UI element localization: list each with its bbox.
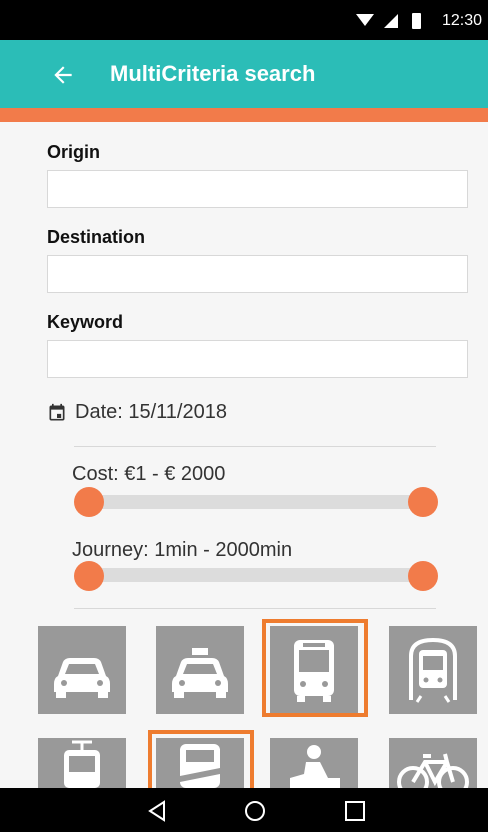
nav-recents-icon[interactable]	[344, 800, 366, 822]
cost-slider-track[interactable]	[89, 495, 423, 509]
car-mode-button[interactable]	[38, 626, 126, 714]
cost-max-thumb[interactable]	[408, 487, 438, 517]
metro-mode-button[interactable]	[389, 626, 477, 714]
calendar-icon	[49, 403, 65, 421]
navigation-bar	[0, 788, 488, 832]
bicycle-icon	[397, 753, 469, 788]
cost-label: Cost: €1 - € 2000	[72, 463, 226, 485]
destination-field[interactable]	[47, 255, 468, 293]
car-icon	[54, 658, 110, 698]
journey-slider-track[interactable]	[89, 568, 423, 582]
bicycle-mode-button[interactable]	[389, 738, 477, 788]
motorbike-icon	[290, 745, 340, 788]
tram-icon	[64, 740, 100, 788]
journey-label: Journey: 1min - 2000min	[72, 539, 293, 561]
page-title: MultiCriteria search	[110, 61, 316, 86]
journey-max-thumb[interactable]	[408, 561, 438, 591]
metro-icon	[409, 637, 457, 703]
divider	[74, 446, 436, 447]
taxi-mode-button[interactable]	[156, 626, 244, 714]
battery-icon	[412, 13, 421, 29]
tram-mode-button[interactable]	[38, 738, 126, 788]
date-text: Date: 15/11/2018	[75, 401, 227, 423]
origin-label: Origin	[47, 142, 100, 162]
motorbike-mode-button[interactable]	[270, 738, 358, 788]
train-selected-frame	[148, 730, 254, 788]
divider	[74, 608, 436, 609]
destination-label: Destination	[47, 227, 146, 247]
status-time: 12:30	[441, 12, 482, 29]
taxi-icon	[172, 648, 228, 698]
signal-icon	[384, 14, 398, 28]
nav-back-icon[interactable]	[146, 800, 168, 822]
bus-selected-frame	[262, 619, 368, 717]
origin-field[interactable]	[47, 170, 468, 208]
nav-home-icon[interactable]	[244, 800, 266, 822]
status-icons	[356, 13, 421, 29]
keyword-field[interactable]	[47, 340, 468, 378]
status-bar: 12:30	[0, 0, 488, 40]
arrow-back-icon[interactable]	[50, 62, 76, 88]
cost-min-thumb[interactable]	[74, 487, 104, 517]
keyword-label: Keyword	[47, 312, 124, 332]
wifi-icon	[356, 14, 374, 26]
journey-min-thumb[interactable]	[74, 561, 104, 591]
app-bar-accent-strip	[0, 108, 488, 122]
